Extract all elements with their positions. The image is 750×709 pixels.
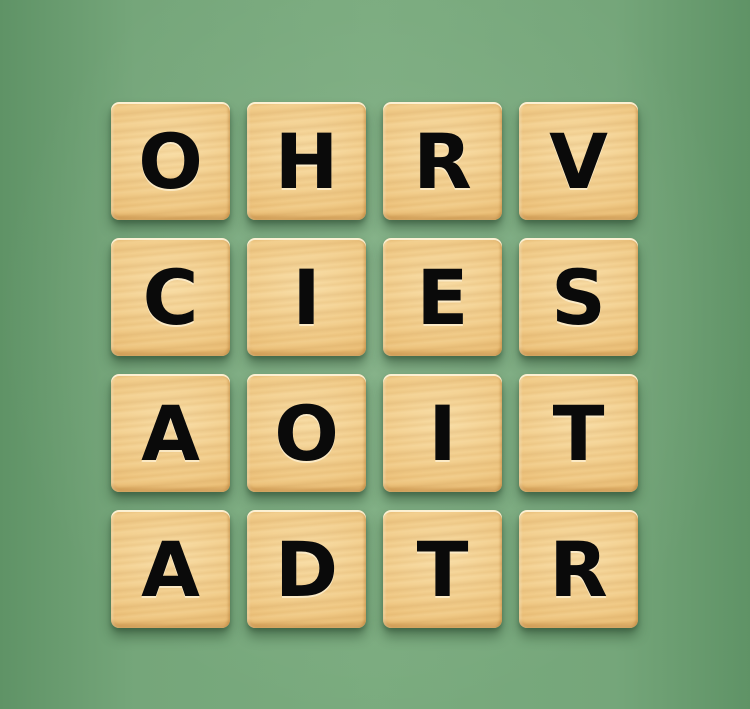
tile-r4-c4[interactable]: R bbox=[519, 510, 638, 628]
tile-r4-c2[interactable]: D bbox=[247, 510, 366, 628]
tile-letter: V bbox=[549, 117, 608, 206]
tile-letter: T bbox=[416, 525, 469, 614]
tile-r2-c3[interactable]: E bbox=[383, 238, 502, 356]
tile-letter: S bbox=[551, 253, 606, 342]
tile-r3-c3[interactable]: I bbox=[383, 374, 502, 492]
tile-r3-c4[interactable]: T bbox=[519, 374, 638, 492]
tile-letter: O bbox=[274, 389, 339, 478]
tile-letter: A bbox=[141, 389, 200, 478]
tile-letter: R bbox=[549, 525, 608, 614]
tile-r2-c2[interactable]: I bbox=[247, 238, 366, 356]
tile-letter: O bbox=[138, 117, 203, 206]
tile-letter: C bbox=[142, 253, 199, 342]
tile-letter: T bbox=[552, 389, 605, 478]
tile-letter: E bbox=[416, 253, 469, 342]
tile-r4-c1[interactable]: A bbox=[111, 510, 230, 628]
tile-r3-c2[interactable]: O bbox=[247, 374, 366, 492]
tile-r1-c4[interactable]: V bbox=[519, 102, 638, 220]
tile-letter: H bbox=[274, 117, 339, 206]
tile-r2-c1[interactable]: C bbox=[111, 238, 230, 356]
tile-letter: I bbox=[292, 253, 321, 342]
tile-r1-c1[interactable]: O bbox=[111, 102, 230, 220]
tile-letter: I bbox=[428, 389, 457, 478]
tile-r1-c3[interactable]: R bbox=[383, 102, 502, 220]
tile-r1-c2[interactable]: H bbox=[247, 102, 366, 220]
tile-r3-c1[interactable]: A bbox=[111, 374, 230, 492]
tile-letter: R bbox=[413, 117, 472, 206]
tile-r4-c3[interactable]: T bbox=[383, 510, 502, 628]
letter-grid: O H R V C I E S A O I T A D T R bbox=[111, 102, 638, 628]
tile-letter: A bbox=[141, 525, 200, 614]
tile-r2-c4[interactable]: S bbox=[519, 238, 638, 356]
tile-letter: D bbox=[274, 525, 339, 614]
